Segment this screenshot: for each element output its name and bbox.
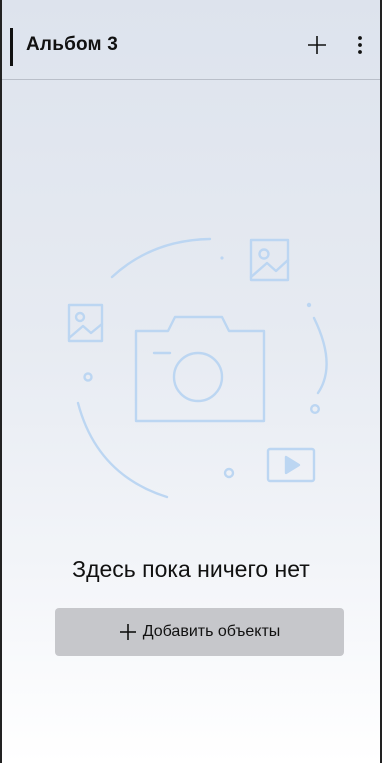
more-options-button[interactable] <box>348 30 372 60</box>
add-button[interactable] <box>302 30 332 60</box>
orbit-arc <box>312 316 328 395</box>
orbit-ring <box>223 467 235 479</box>
play-icon <box>266 447 316 483</box>
plus-icon <box>119 623 137 641</box>
orbit-dot <box>220 256 224 260</box>
orbit-dot <box>306 302 312 308</box>
camera-icon <box>134 315 266 423</box>
add-objects-button[interactable]: Добавить объекты <box>55 608 344 656</box>
orbit-ring <box>310 403 321 414</box>
image-icon <box>67 303 104 343</box>
top-app-bar: Альбом 3 <box>2 0 380 80</box>
album-screen: Альбом 3 Здесь пока ничего нет Добавить … <box>0 0 382 763</box>
orbit-arc <box>110 237 212 279</box>
page-title: Альбом 3 <box>26 34 119 55</box>
image-icon <box>249 238 290 282</box>
orbit-arc <box>76 401 169 499</box>
orbit-ring <box>83 372 93 382</box>
plus-icon <box>308 36 326 54</box>
more-vertical-icon <box>358 36 362 54</box>
back-indicator[interactable] <box>10 28 13 66</box>
empty-state-message: Здесь пока ничего нет <box>72 556 310 582</box>
empty-state-illustration <box>67 237 328 499</box>
add-objects-label: Добавить объекты <box>142 623 281 640</box>
